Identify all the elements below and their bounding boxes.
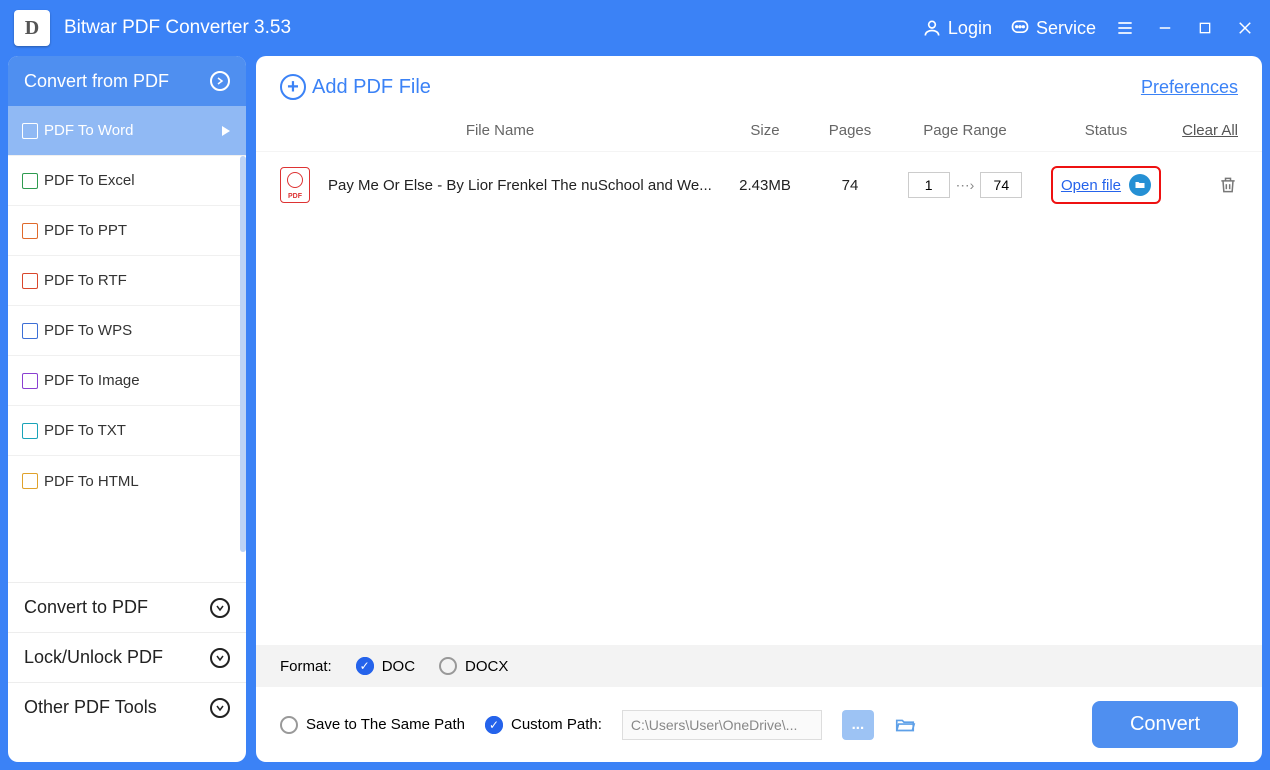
doc-icon	[22, 373, 38, 389]
file-status: Open file	[1040, 166, 1172, 204]
login-label: Login	[948, 18, 992, 39]
app-title: Bitwar PDF Converter 3.53	[64, 17, 291, 39]
radio-checked-icon	[485, 716, 503, 734]
radio-checked-icon	[356, 657, 374, 675]
app-logo: D	[14, 10, 50, 46]
plus-icon: +	[280, 74, 306, 100]
format-doc-option[interactable]: DOC	[356, 657, 415, 675]
range-from-input[interactable]	[908, 172, 950, 198]
section-label: Lock/Unlock PDF	[24, 647, 163, 668]
close-button[interactable]	[1234, 17, 1256, 39]
file-size: 2.43MB	[720, 177, 810, 194]
chevron-down-icon	[210, 648, 230, 668]
clear-all-link[interactable]: Clear All	[1172, 122, 1238, 139]
col-pages: Pages	[810, 122, 890, 139]
arrow-right-icon: ⋯›	[956, 177, 975, 194]
doc-icon	[22, 123, 38, 139]
add-pdf-file-button[interactable]: + Add PDF File	[280, 74, 431, 100]
sidebar-item-pdf-to-html[interactable]: PDF To HTML	[8, 456, 246, 506]
same-path-label: Save to The Same Path	[306, 716, 465, 733]
browse-button[interactable]: ...	[842, 710, 874, 740]
status-highlight: Open file	[1051, 166, 1161, 204]
sidebar-item-pdf-to-wps[interactable]: PDF To WPS	[8, 306, 246, 356]
format-label: Format:	[280, 658, 332, 675]
col-size: Size	[720, 122, 810, 139]
format-docx-option[interactable]: DOCX	[439, 657, 508, 675]
section-label: Other PDF Tools	[24, 697, 157, 718]
section-lock-unlock-pdf[interactable]: Lock/Unlock PDF	[8, 632, 246, 682]
pdf-icon: PDF	[280, 167, 310, 203]
sidebar-item-label: PDF To RTF	[44, 272, 127, 289]
preferences-link[interactable]: Preferences	[1141, 77, 1238, 98]
sidebar-item-pdf-to-word[interactable]: PDF To Word	[8, 106, 246, 156]
section-other-pdf-tools[interactable]: Other PDF Tools	[8, 682, 246, 732]
sidebar-item-label: PDF To PPT	[44, 222, 127, 239]
sidebar-item-pdf-to-ppt[interactable]: PDF To PPT	[8, 206, 246, 256]
sidebar-item-pdf-to-rtf[interactable]: PDF To RTF	[8, 256, 246, 306]
doc-icon	[22, 423, 38, 439]
table-header: File Name Size Pages Page Range Status C…	[256, 114, 1262, 152]
col-file-name: File Name	[280, 122, 720, 139]
page-range: ⋯›	[890, 172, 1040, 198]
doc-icon	[22, 223, 38, 239]
sidebar-item-pdf-to-excel[interactable]: PDF To Excel	[8, 156, 246, 206]
file-pages: 74	[810, 177, 890, 194]
section-convert-to-pdf[interactable]: Convert to PDF	[8, 582, 246, 632]
sidebar-item-label: PDF To Excel	[44, 172, 135, 189]
login-button[interactable]: Login	[922, 18, 992, 39]
range-to-input[interactable]	[980, 172, 1022, 198]
sidebar-item-label: PDF To Word	[44, 122, 133, 139]
custom-path-input[interactable]	[622, 710, 822, 740]
sidebar: Convert from PDF PDF To Word PDF To Exce…	[8, 56, 246, 762]
custom-path-option[interactable]: Custom Path:	[485, 716, 602, 734]
sidebar-item-label: PDF To Image	[44, 372, 140, 389]
radio-icon	[280, 716, 298, 734]
doc-icon	[22, 273, 38, 289]
doc-icon	[22, 323, 38, 339]
chat-icon	[1010, 18, 1030, 38]
doc-icon	[22, 173, 38, 189]
format-doc-label: DOC	[382, 658, 415, 675]
file-row: PDF Pay Me Or Else - By Lior Frenkel The…	[256, 152, 1262, 218]
sidebar-scrollbar[interactable]	[240, 156, 246, 552]
chevron-right-icon	[210, 71, 230, 91]
doc-icon	[22, 473, 38, 489]
sidebar-item-label: PDF To HTML	[44, 473, 139, 490]
sidebar-item-pdf-to-image[interactable]: PDF To Image	[8, 356, 246, 406]
minimize-button[interactable]	[1154, 17, 1176, 39]
chevron-down-icon	[210, 598, 230, 618]
save-same-path-option[interactable]: Save to The Same Path	[280, 716, 465, 734]
file-name: Pay Me Or Else - By Lior Frenkel The nuS…	[328, 177, 720, 194]
section-label: Convert to PDF	[24, 597, 148, 618]
section-convert-from-pdf[interactable]: Convert from PDF	[8, 56, 246, 106]
open-file-link[interactable]: Open file	[1061, 177, 1121, 194]
add-file-label: Add PDF File	[312, 76, 431, 99]
delete-file-button[interactable]	[1218, 174, 1238, 196]
sidebar-item-label: PDF To WPS	[44, 322, 132, 339]
open-folder-icon[interactable]	[1129, 174, 1151, 196]
radio-icon	[439, 657, 457, 675]
path-bar: Save to The Same Path Custom Path: ... C…	[256, 687, 1262, 762]
convert-button[interactable]: Convert	[1092, 701, 1238, 748]
service-button[interactable]: Service	[1010, 18, 1096, 39]
custom-path-label: Custom Path:	[511, 716, 602, 733]
format-docx-label: DOCX	[465, 658, 508, 675]
open-folder-icon[interactable]	[894, 714, 916, 736]
user-icon	[922, 18, 942, 38]
col-status: Status	[1040, 122, 1172, 139]
sidebar-item-pdf-to-txt[interactable]: PDF To TXT	[8, 406, 246, 456]
main-panel: + Add PDF File Preferences File Name Siz…	[256, 56, 1262, 762]
service-label: Service	[1036, 18, 1096, 39]
sidebar-item-label: PDF To TXT	[44, 422, 126, 439]
maximize-button[interactable]	[1194, 17, 1216, 39]
titlebar: D Bitwar PDF Converter 3.53 Login Servic…	[4, 4, 1266, 52]
col-page-range: Page Range	[890, 122, 1040, 139]
menu-icon[interactable]	[1114, 17, 1136, 39]
section-label: Convert from PDF	[24, 71, 169, 92]
chevron-down-icon	[210, 698, 230, 718]
format-bar: Format: DOC DOCX	[256, 645, 1262, 687]
